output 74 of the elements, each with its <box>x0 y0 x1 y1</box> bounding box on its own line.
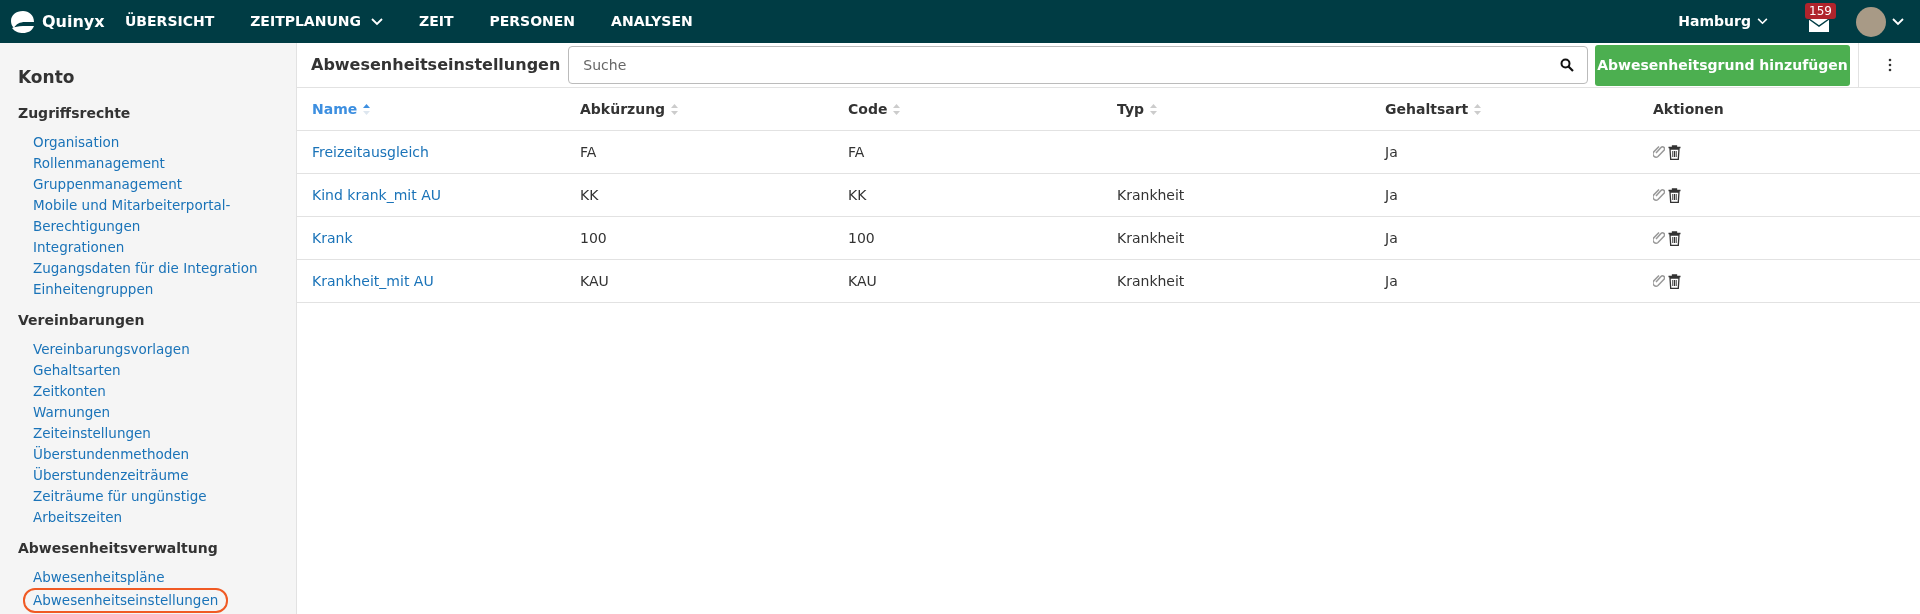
notification-badge: 159 <box>1805 2 1836 19</box>
sidebar-title: Konto <box>18 66 76 89</box>
avatar[interactable] <box>1856 6 1886 37</box>
trash-icon[interactable] <box>1668 187 1681 203</box>
table-cell: Ja <box>1385 230 1398 246</box>
sort-ascending-icon[interactable] <box>363 103 371 115</box>
sidebar-link[interactable]: Einheitengruppen <box>33 278 154 300</box>
nav-item[interactable]: ANALYSEN <box>611 11 693 32</box>
paperclip-icon[interactable] <box>1653 274 1665 288</box>
table-cell: Krankheit <box>1117 187 1185 203</box>
add-button[interactable]: Abwesenheitsgrund hinzufügen <box>1595 44 1850 86</box>
sidebar-link[interactable]: Vereinbarungsvorlagen <box>33 338 190 360</box>
sidebar-section-heading: Vereinbarungen <box>18 310 146 330</box>
sidebar-link[interactable]: Integrationen <box>33 236 125 258</box>
trash-icon[interactable] <box>1668 273 1681 289</box>
chevron-down-icon[interactable] <box>1892 17 1904 26</box>
chevron-down-icon <box>1757 18 1768 25</box>
trash-icon[interactable] <box>1668 144 1681 160</box>
logo-icon <box>10 9 36 34</box>
table-cell: 100 <box>580 230 607 246</box>
column-header[interactable]: Gehaltsart <box>1385 98 1469 120</box>
table-cell: FA <box>848 144 865 160</box>
paperclip-icon[interactable] <box>1653 188 1665 202</box>
paperclip-icon[interactable] <box>1653 231 1665 245</box>
name-link[interactable]: Krank <box>312 230 353 246</box>
chevron-down-icon <box>371 17 383 26</box>
location-dropdown[interactable]: Hamburg <box>1678 11 1768 32</box>
table-cell: 100 <box>848 230 875 246</box>
sidebar-link[interactable]: Rollenmanagement <box>33 152 165 174</box>
nav-item[interactable]: PERSONEN <box>489 11 576 32</box>
more-options-icon[interactable] <box>1887 58 1892 72</box>
search-icon <box>1560 58 1574 72</box>
sidebar-section-heading: Zugriffsrechte <box>18 103 132 123</box>
table-cell: KAU <box>848 273 877 289</box>
column-header: Aktionen <box>1653 99 1724 119</box>
column-header[interactable]: Name <box>312 98 358 120</box>
table-cell: Ja <box>1385 273 1398 289</box>
name-link[interactable]: Kind krank_mit AU <box>312 187 441 203</box>
table-cell: FA <box>580 144 597 160</box>
nav-item[interactable]: ÜBERSICHT <box>125 11 215 32</box>
trash-icon[interactable] <box>1668 230 1681 246</box>
sidebar-link[interactable]: Arbeitszeiten <box>33 506 123 528</box>
nav-item[interactable]: ZEITPLANUNG <box>250 11 383 32</box>
sidebar-link[interactable]: Abwesenheitspläne <box>33 566 165 588</box>
search-field[interactable]: Suche <box>568 46 1588 84</box>
table-cell: Krankheit <box>1117 230 1185 246</box>
sidebar-link[interactable]: Gehaltsarten <box>33 359 121 381</box>
sidebar-link[interactable]: Zeiträume für ungünstige <box>33 485 207 507</box>
sidebar-section-heading: Abwesenheitsverwaltung <box>18 538 219 558</box>
sidebar-link[interactable]: Überstundenmethoden <box>33 443 190 465</box>
table-cell: Krankheit <box>1117 273 1185 289</box>
sidebar-link[interactable]: Organisation <box>33 131 120 153</box>
table-cell: KAU <box>580 273 609 289</box>
sidebar-link[interactable]: Zeiteinstellungen <box>33 422 151 444</box>
logo-text: Quinyx <box>42 10 105 33</box>
table-cell: KK <box>580 187 599 203</box>
sidebar-link[interactable]: Mobile und Mitarbeiterportal-Berechtigungen <box>33 194 263 237</box>
sidebar-link[interactable]: Gruppenmanagement <box>33 173 182 195</box>
column-header[interactable]: Abkürzung <box>580 98 666 120</box>
sidebar-link[interactable]: Zeitkonten <box>33 380 106 402</box>
page-title: Abwesenheitseinstellungen <box>311 54 561 76</box>
column-header[interactable]: Typ <box>1117 98 1145 120</box>
name-link[interactable]: Krankheit_mit AU <box>312 273 434 289</box>
column-header[interactable]: Code <box>848 98 888 120</box>
table-cell: Ja <box>1385 144 1398 160</box>
name-link[interactable]: Freizeitausgleich <box>312 144 429 160</box>
sidebar-link[interactable]: Abwesenheitseinstellungen <box>23 587 229 613</box>
table-cell: Ja <box>1385 187 1398 203</box>
sidebar-link[interactable]: Warnungen <box>33 401 111 423</box>
sidebar-link[interactable]: Zugangsdaten für die Integration <box>33 257 258 279</box>
paperclip-icon[interactable] <box>1653 145 1665 159</box>
nav-item[interactable]: ZEIT <box>419 11 454 32</box>
table-cell: KK <box>848 187 867 203</box>
sidebar-link[interactable]: Überstundenzeiträume <box>33 464 189 486</box>
